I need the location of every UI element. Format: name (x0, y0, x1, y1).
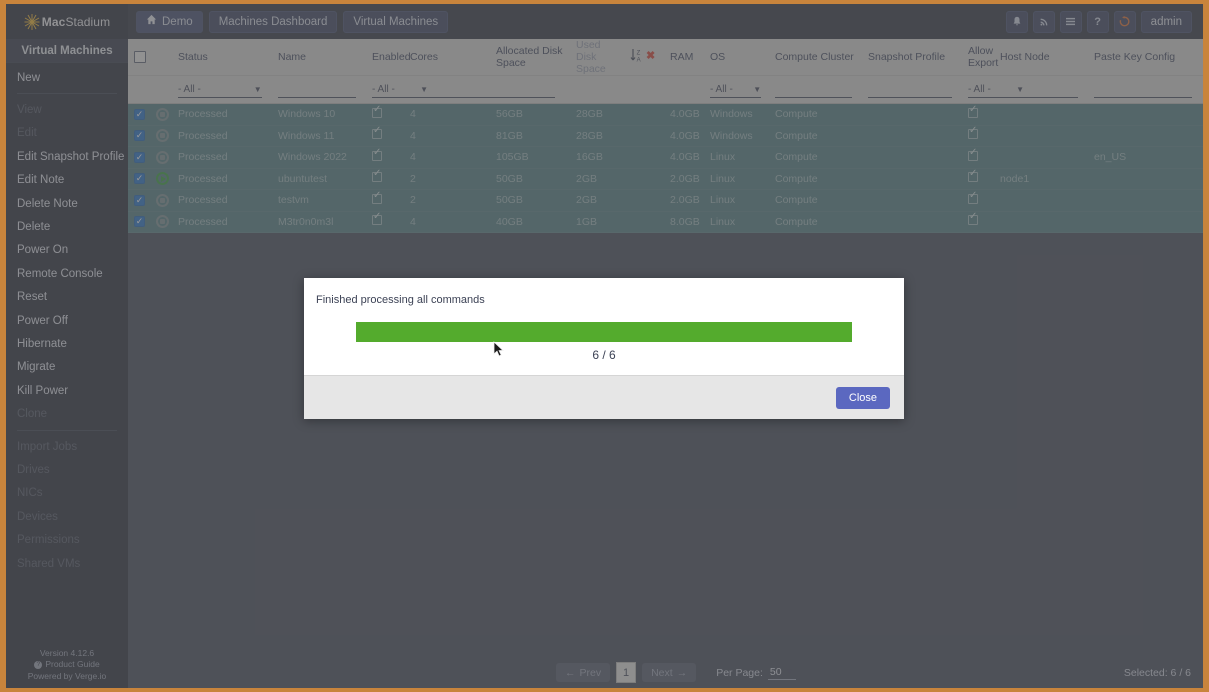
progress-bar (356, 322, 852, 342)
modal-body: Finished processing all commands 6 / 6 (304, 278, 904, 375)
application-window: MacStadium Demo Machines Dashboard Virtu… (6, 4, 1203, 688)
progress-label: 6 / 6 (592, 348, 616, 362)
progress-modal: Finished processing all commands 6 / 6 C… (304, 278, 904, 419)
close-button[interactable]: Close (835, 386, 890, 409)
close-button-label: Close (848, 391, 877, 404)
progress-track (356, 322, 852, 342)
modal-message: Finished processing all commands (316, 294, 485, 306)
mouse-cursor-icon (493, 341, 505, 358)
modal-footer: Close (304, 375, 904, 419)
